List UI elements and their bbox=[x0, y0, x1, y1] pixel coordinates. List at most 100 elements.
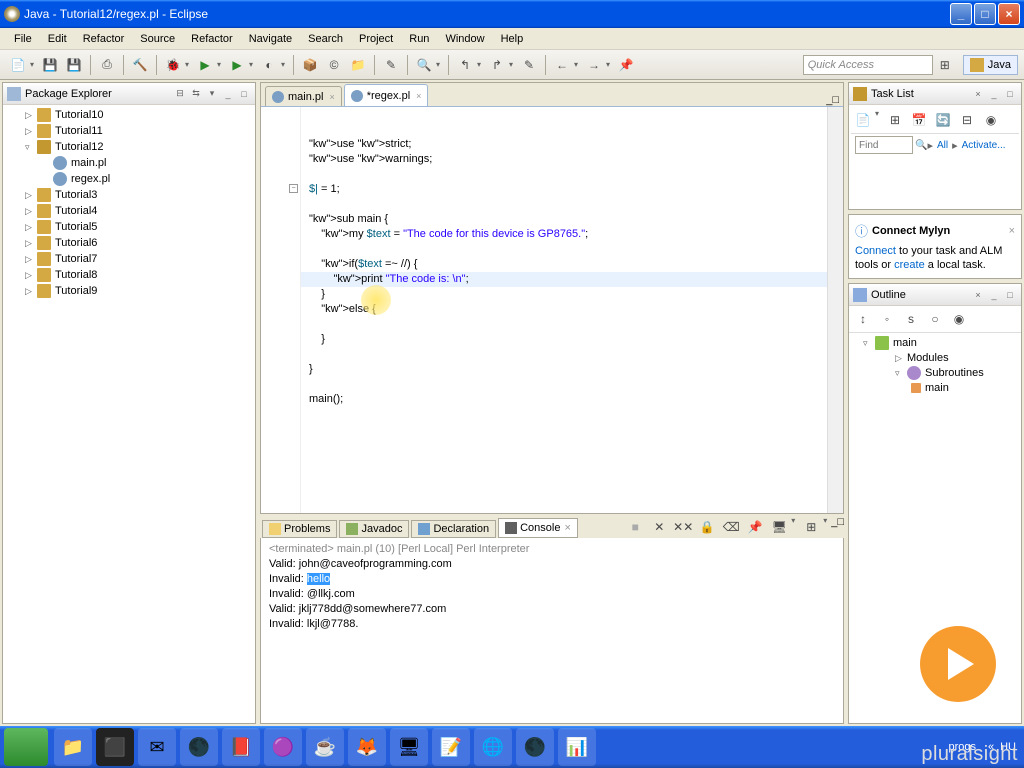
open-perspective-button[interactable]: ⊞ bbox=[934, 54, 956, 76]
tab-declaration[interactable]: Declaration bbox=[411, 520, 496, 538]
task-categorize-button[interactable]: ⊞ bbox=[884, 109, 906, 131]
outline-subroutines[interactable]: ▿Subroutines bbox=[851, 365, 1019, 381]
outline-hide-static-button[interactable]: s bbox=[900, 308, 922, 330]
menu-run[interactable]: Run bbox=[401, 31, 437, 47]
forward-button[interactable]: → bbox=[583, 54, 605, 76]
file-regex-pl[interactable]: regex.pl bbox=[5, 171, 253, 187]
project-tutorial9[interactable]: ▷Tutorial9 bbox=[5, 283, 253, 299]
tasklist-max-button[interactable]: □ bbox=[1003, 87, 1017, 101]
taskbar-pdf-icon[interactable]: 📕 bbox=[222, 728, 260, 766]
taskbar-app1-icon[interactable]: 🟣 bbox=[264, 728, 302, 766]
task-activate-link[interactable]: Activate... bbox=[962, 140, 1006, 151]
mylyn-create-link[interactable]: create bbox=[894, 259, 925, 271]
new-task-button[interactable]: 📄 bbox=[852, 109, 874, 131]
minimize-button[interactable]: _ bbox=[950, 3, 972, 25]
minimize-view-button[interactable]: _ bbox=[221, 87, 235, 101]
menu-source[interactable]: Source bbox=[132, 31, 183, 47]
quick-access-input[interactable]: Quick Access bbox=[803, 55, 933, 75]
console-clear-button[interactable]: ⌫ bbox=[720, 516, 742, 538]
taskbar-eclipse-icon[interactable]: 🌑 bbox=[180, 728, 218, 766]
task-sync-button[interactable]: 🔄 bbox=[932, 109, 954, 131]
link-editor-button[interactable]: ⇆ bbox=[189, 87, 203, 101]
console-display-button[interactable]: 🖥 bbox=[768, 516, 790, 538]
view-menu-button[interactable]: ▾ bbox=[205, 87, 219, 101]
outline-max-button[interactable]: □ bbox=[1003, 288, 1017, 302]
outline-root[interactable]: ▿main bbox=[851, 335, 1019, 351]
debug-button[interactable]: 🐞 bbox=[162, 54, 184, 76]
maximize-view-button[interactable]: □ bbox=[237, 87, 251, 101]
taskbar-eclipse2-icon[interactable]: 🌑 bbox=[516, 728, 554, 766]
tab-main-pl[interactable]: main.pl× bbox=[265, 86, 342, 106]
file-main-pl[interactable]: main.pl bbox=[5, 155, 253, 171]
task-collapse-button[interactable]: ⊟ bbox=[956, 109, 978, 131]
code-editor[interactable]: − "kw">use "kw">strict;"kw">use "kw">war… bbox=[261, 107, 843, 513]
menu-search[interactable]: Search bbox=[300, 31, 351, 47]
annotation-prev-button[interactable]: ↰ bbox=[454, 54, 476, 76]
run-button[interactable]: ▶ bbox=[194, 54, 216, 76]
menu-window[interactable]: Window bbox=[437, 31, 492, 47]
run-last-button[interactable]: ▶ bbox=[226, 54, 248, 76]
task-schedule-button[interactable]: 📅 bbox=[908, 109, 930, 131]
pin-button[interactable]: 📌 bbox=[615, 54, 637, 76]
console-pin-button[interactable]: 📌 bbox=[744, 516, 766, 538]
collapse-all-button[interactable]: ⊟ bbox=[173, 87, 187, 101]
tasklist-close-button[interactable]: × bbox=[971, 87, 985, 101]
project-tutorial11[interactable]: ▷Tutorial11 bbox=[5, 123, 253, 139]
menu-file[interactable]: File bbox=[6, 31, 40, 47]
search-button[interactable]: 🔍 bbox=[413, 54, 435, 76]
outline-sort-button[interactable]: ↕ bbox=[852, 308, 874, 330]
toggle-breadcrumb-button[interactable]: ✎ bbox=[380, 54, 402, 76]
outline-modules[interactable]: ▷Modules bbox=[851, 351, 1019, 365]
maximize-button[interactable]: □ bbox=[974, 3, 996, 25]
save-button[interactable]: 💾 bbox=[39, 54, 61, 76]
mylyn-close-button[interactable]: × bbox=[1009, 225, 1015, 237]
taskbar-chrome-icon[interactable]: 🌐 bbox=[474, 728, 512, 766]
project-tutorial10[interactable]: ▷Tutorial10 bbox=[5, 107, 253, 123]
task-focus-button[interactable]: ◉ bbox=[980, 109, 1002, 131]
tab-problems[interactable]: Problems bbox=[262, 520, 337, 538]
project-tutorial3[interactable]: ▷Tutorial3 bbox=[5, 187, 253, 203]
console-scroll-lock-button[interactable]: 🔒 bbox=[696, 516, 718, 538]
tab-javadoc[interactable]: Javadoc bbox=[339, 520, 409, 538]
taskbar-notes-icon[interactable]: 📝 bbox=[432, 728, 470, 766]
menu-refactor2[interactable]: Refactor bbox=[183, 31, 241, 47]
menu-refactor[interactable]: Refactor bbox=[75, 31, 133, 47]
task-all-link[interactable]: All bbox=[937, 140, 948, 151]
project-tutorial5[interactable]: ▷Tutorial5 bbox=[5, 219, 253, 235]
build-button[interactable]: 🔨 bbox=[129, 54, 151, 76]
tasklist-min-button[interactable]: _ bbox=[987, 87, 1001, 101]
project-tutorial4[interactable]: ▷Tutorial4 bbox=[5, 203, 253, 219]
project-tutorial12[interactable]: ▿Tutorial12 bbox=[5, 139, 253, 155]
save-all-button[interactable]: 💾 bbox=[63, 54, 85, 76]
taskbar-java-icon[interactable]: ☕ bbox=[306, 728, 344, 766]
console-open-button[interactable]: ⊞ bbox=[800, 516, 822, 538]
console-terminate-button[interactable]: ■ bbox=[624, 516, 646, 538]
last-edit-button[interactable]: ✎ bbox=[518, 54, 540, 76]
outline-sub-main[interactable]: main bbox=[851, 381, 1019, 395]
taskbar-terminal-icon[interactable]: 🖥 bbox=[390, 728, 428, 766]
fold-icon[interactable]: − bbox=[289, 184, 298, 193]
back-button[interactable]: ← bbox=[551, 54, 573, 76]
taskbar-calc-icon[interactable]: 📊 bbox=[558, 728, 596, 766]
tab-console[interactable]: Console × bbox=[498, 518, 578, 538]
new-package-button[interactable]: 📦 bbox=[299, 54, 321, 76]
console-remove-all-button[interactable]: ✕✕ bbox=[672, 516, 694, 538]
taskbar-explorer-icon[interactable]: 📁 bbox=[54, 728, 92, 766]
console-remove-button[interactable]: ✕ bbox=[648, 516, 670, 538]
mylyn-connect-link[interactable]: Connect bbox=[855, 245, 896, 257]
project-tutorial8[interactable]: ▷Tutorial8 bbox=[5, 267, 253, 283]
print-button[interactable]: ⎙ bbox=[96, 54, 118, 76]
project-tutorial7[interactable]: ▷Tutorial7 bbox=[5, 251, 253, 267]
outline-focus-button[interactable]: ◉ bbox=[948, 308, 970, 330]
outline-min-button[interactable]: _ bbox=[987, 288, 1001, 302]
console-output[interactable]: <terminated> main.pl (10) [Perl Local] P… bbox=[260, 538, 844, 724]
package-explorer-tree[interactable]: ▷Tutorial10 ▷Tutorial11 ▿Tutorial12 main… bbox=[3, 105, 255, 723]
taskbar-thunderbird-icon[interactable]: ✉ bbox=[138, 728, 176, 766]
editor-maximize-button[interactable]: □ bbox=[832, 94, 839, 106]
close-button[interactable]: × bbox=[998, 3, 1020, 25]
menu-project[interactable]: Project bbox=[351, 31, 401, 47]
task-find-input[interactable] bbox=[855, 136, 913, 154]
editor-scrollbar[interactable] bbox=[827, 107, 843, 513]
menu-help[interactable]: Help bbox=[493, 31, 532, 47]
java-perspective-button[interactable]: Java bbox=[963, 55, 1018, 75]
